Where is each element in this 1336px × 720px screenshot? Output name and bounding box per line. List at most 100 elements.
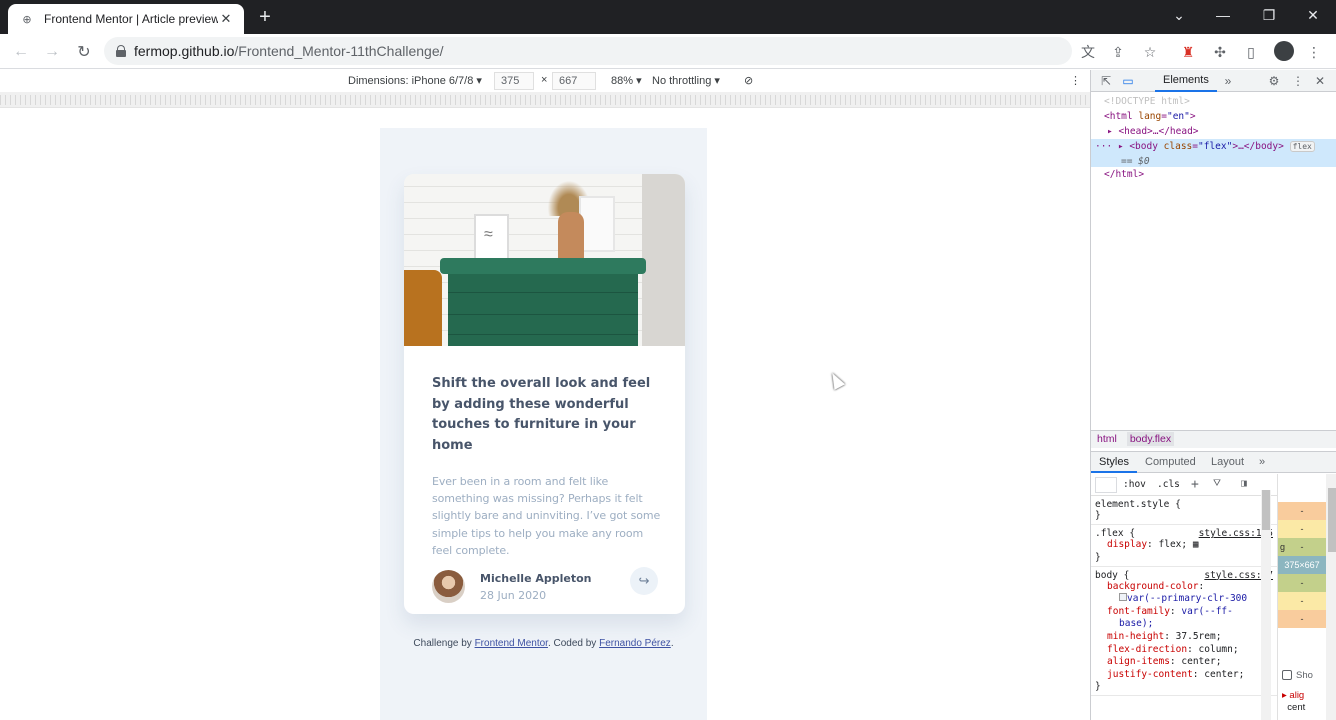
box-model-pane: - - g- 375×667 - - - Sho ▸ alig cent xyxy=(1277,474,1336,720)
tab-styles[interactable]: Styles xyxy=(1099,456,1129,468)
post-date: 28 Jun 2020 xyxy=(480,589,547,602)
styles-pane: :hov .cls + ⛛ ◨ element.style { } .flex … xyxy=(1091,474,1277,720)
cls-toggle[interactable]: .cls xyxy=(1157,479,1180,490)
styles-filter-input[interactable] xyxy=(1095,477,1117,493)
kebab-menu-icon[interactable]: ⋮ xyxy=(1304,42,1324,62)
close-window-button[interactable]: ✕ xyxy=(1290,0,1336,30)
bm-border-bottom: - xyxy=(1278,592,1326,610)
device-ruler xyxy=(0,92,1090,108)
bm-padding-bottom: - xyxy=(1278,574,1326,592)
device-select[interactable]: Dimensions: iPhone 6/7/8 ▾ xyxy=(348,74,482,87)
mouse-cursor xyxy=(826,370,846,390)
url-text: fermop.github.io/Frontend_Mentor-11thCha… xyxy=(134,43,444,59)
tab-layout[interactable]: Layout xyxy=(1211,456,1244,468)
close-devtools-icon[interactable]: ✕ xyxy=(1313,74,1327,88)
share-page-icon[interactable]: ⇪ xyxy=(1108,42,1128,62)
boxmodel-scrollbar[interactable] xyxy=(1326,474,1336,720)
width-input[interactable]: 375 xyxy=(494,72,534,90)
back-arrow-icon[interactable]: ← xyxy=(9,40,33,64)
dom-body-selected[interactable]: ··· ▸ <body class="flex">…</body> flex =… xyxy=(1091,139,1336,167)
dom-doctype[interactable]: <!DOCTYPE html> xyxy=(1091,94,1336,109)
browser-toolbar: ← → ↻ fermop.github.io/Frontend_Mentor-1… xyxy=(0,34,1336,69)
rule-element-style: element.style { } xyxy=(1091,496,1277,525)
throttling-select[interactable]: No throttling ▾ xyxy=(652,74,720,87)
attribution: Challenge by Frontend Mentor. Coded by F… xyxy=(413,638,674,649)
height-input[interactable]: 667 xyxy=(552,72,596,90)
share-button[interactable]: ↪ xyxy=(630,567,658,595)
tab-title: Frontend Mentor | Article preview compon… xyxy=(44,12,218,26)
tab-computed[interactable]: Computed xyxy=(1145,456,1196,468)
devtools-tabs: ⇱ ▭ Elements » ⚙ ⋮ ✕ xyxy=(1091,70,1336,92)
new-rule-icon[interactable]: + xyxy=(1191,477,1199,492)
article-title: Shift the overall look and feel by addin… xyxy=(432,376,651,453)
device-more-icon[interactable]: ⋮ xyxy=(1070,74,1081,87)
minimize-button[interactable]: — xyxy=(1200,0,1246,30)
rule-flex: .flex { style.css:135 display: flex; ▦ } xyxy=(1091,525,1277,567)
devtools-panel: ⇱ ▭ Elements » ⚙ ⋮ ✕ <!DOCTYPE html> <ht… xyxy=(1090,70,1336,720)
side-panel-icon[interactable]: ▯ xyxy=(1241,42,1261,62)
styles-filter-row: :hov .cls + ⛛ ◨ xyxy=(1091,474,1277,496)
device-toggle-icon[interactable]: ▭ xyxy=(1121,74,1135,88)
tab-elements[interactable]: Elements xyxy=(1155,70,1217,92)
inspect-element-icon[interactable]: ⇱ xyxy=(1099,74,1113,88)
forward-arrow-icon[interactable]: → xyxy=(40,40,64,64)
breadcrumb-body[interactable]: body.flex xyxy=(1126,432,1175,446)
flex-badge: flex xyxy=(1289,141,1315,152)
globe-icon: ⊕ xyxy=(22,13,32,26)
paint-icon[interactable]: ⛛ xyxy=(1213,478,1221,489)
furniture-image xyxy=(404,174,685,346)
profile-avatar[interactable] xyxy=(1274,41,1294,61)
chevron-down-icon[interactable]: ⌄ xyxy=(1156,0,1202,30)
browser-tab-active[interactable]: ⊕ Frontend Mentor | Article preview comp… xyxy=(8,4,244,34)
puzzle-extensions-icon[interactable]: ✣ xyxy=(1210,42,1230,62)
styles-subtabs: Styles Computed Layout » xyxy=(1091,451,1336,473)
restore-button[interactable]: ❐ xyxy=(1246,0,1292,30)
page-viewport: Shift the overall look and feel by addin… xyxy=(0,108,1090,720)
more-tabs-icon[interactable]: » xyxy=(1221,74,1235,88)
show-all-checkbox[interactable]: Sho xyxy=(1282,670,1313,681)
device-screen: Shift the overall look and feel by addin… xyxy=(380,128,707,720)
frontend-mentor-link[interactable]: Frontend Mentor xyxy=(475,638,548,649)
reload-icon[interactable]: ↻ xyxy=(72,40,96,64)
address-bar[interactable]: fermop.github.io/Frontend_Mentor-11thCha… xyxy=(104,37,1072,65)
card-content: Shift the overall look and feel by addin… xyxy=(432,374,662,559)
new-tab-button[interactable]: + xyxy=(254,6,276,28)
translate-icon[interactable]: 文 xyxy=(1078,42,1098,62)
rotate-icon[interactable]: ⊘ xyxy=(744,74,753,87)
author-avatar xyxy=(432,570,465,603)
settings-gear-icon[interactable]: ⚙ xyxy=(1267,74,1281,88)
devtools-menu-icon[interactable]: ⋮ xyxy=(1291,74,1305,88)
author-block: Michelle Appleton 28 Jun 2020 xyxy=(432,570,660,604)
zoom-select[interactable]: 88% ▾ xyxy=(611,74,642,87)
times-sign: × xyxy=(541,74,548,86)
dom-tree: <!DOCTYPE html> <html lang="en"> ▸ <head… xyxy=(1091,94,1336,182)
styles-scrollbar[interactable] xyxy=(1261,490,1271,720)
article-description: Ever been in a room and felt like someth… xyxy=(432,475,661,557)
dom-html-close[interactable]: </html> xyxy=(1091,167,1336,182)
bm-margin-bottom: - xyxy=(1278,610,1326,628)
hov-toggle[interactable]: :hov xyxy=(1123,479,1146,490)
article-card: Shift the overall look and feel by addin… xyxy=(404,174,685,614)
dom-head[interactable]: ▸ <head>…</head> xyxy=(1091,124,1336,139)
breadcrumb-html[interactable]: html xyxy=(1097,433,1117,445)
color-swatch[interactable] xyxy=(1119,593,1127,602)
lock-icon xyxy=(116,45,126,57)
dom-breadcrumb: html body.flex xyxy=(1091,430,1336,448)
close-tab-icon[interactable]: ✕ xyxy=(218,11,234,27)
extension-red-icon[interactable]: ♜ xyxy=(1178,42,1198,62)
computed-align-items[interactable]: ▸ alig cent xyxy=(1282,690,1305,714)
rule-body: body { style.css:37 background-color: va… xyxy=(1091,567,1277,697)
browser-titlebar: ⊕ Frontend Mentor | Article preview comp… xyxy=(0,0,1336,34)
author-name: Michelle Appleton xyxy=(480,572,592,585)
bm-margin-top: - xyxy=(1278,502,1326,520)
share-icon: ↪ xyxy=(638,573,650,588)
bookmark-star-icon[interactable]: ☆ xyxy=(1140,42,1160,62)
subtabs-more-icon[interactable]: » xyxy=(1259,456,1265,468)
coder-link[interactable]: Fernando Pérez xyxy=(599,638,671,649)
bm-padding: g- xyxy=(1278,538,1326,556)
device-toolbar: Dimensions: iPhone 6/7/8 ▾ 375 × 667 88%… xyxy=(0,70,1090,92)
sidebar-toggle-icon[interactable]: ◨ xyxy=(1241,478,1247,489)
flex-editor-icon[interactable]: ▦ xyxy=(1193,539,1199,550)
bm-border-top: - xyxy=(1278,520,1326,538)
dom-html-open[interactable]: <html lang="en"> xyxy=(1091,109,1336,124)
